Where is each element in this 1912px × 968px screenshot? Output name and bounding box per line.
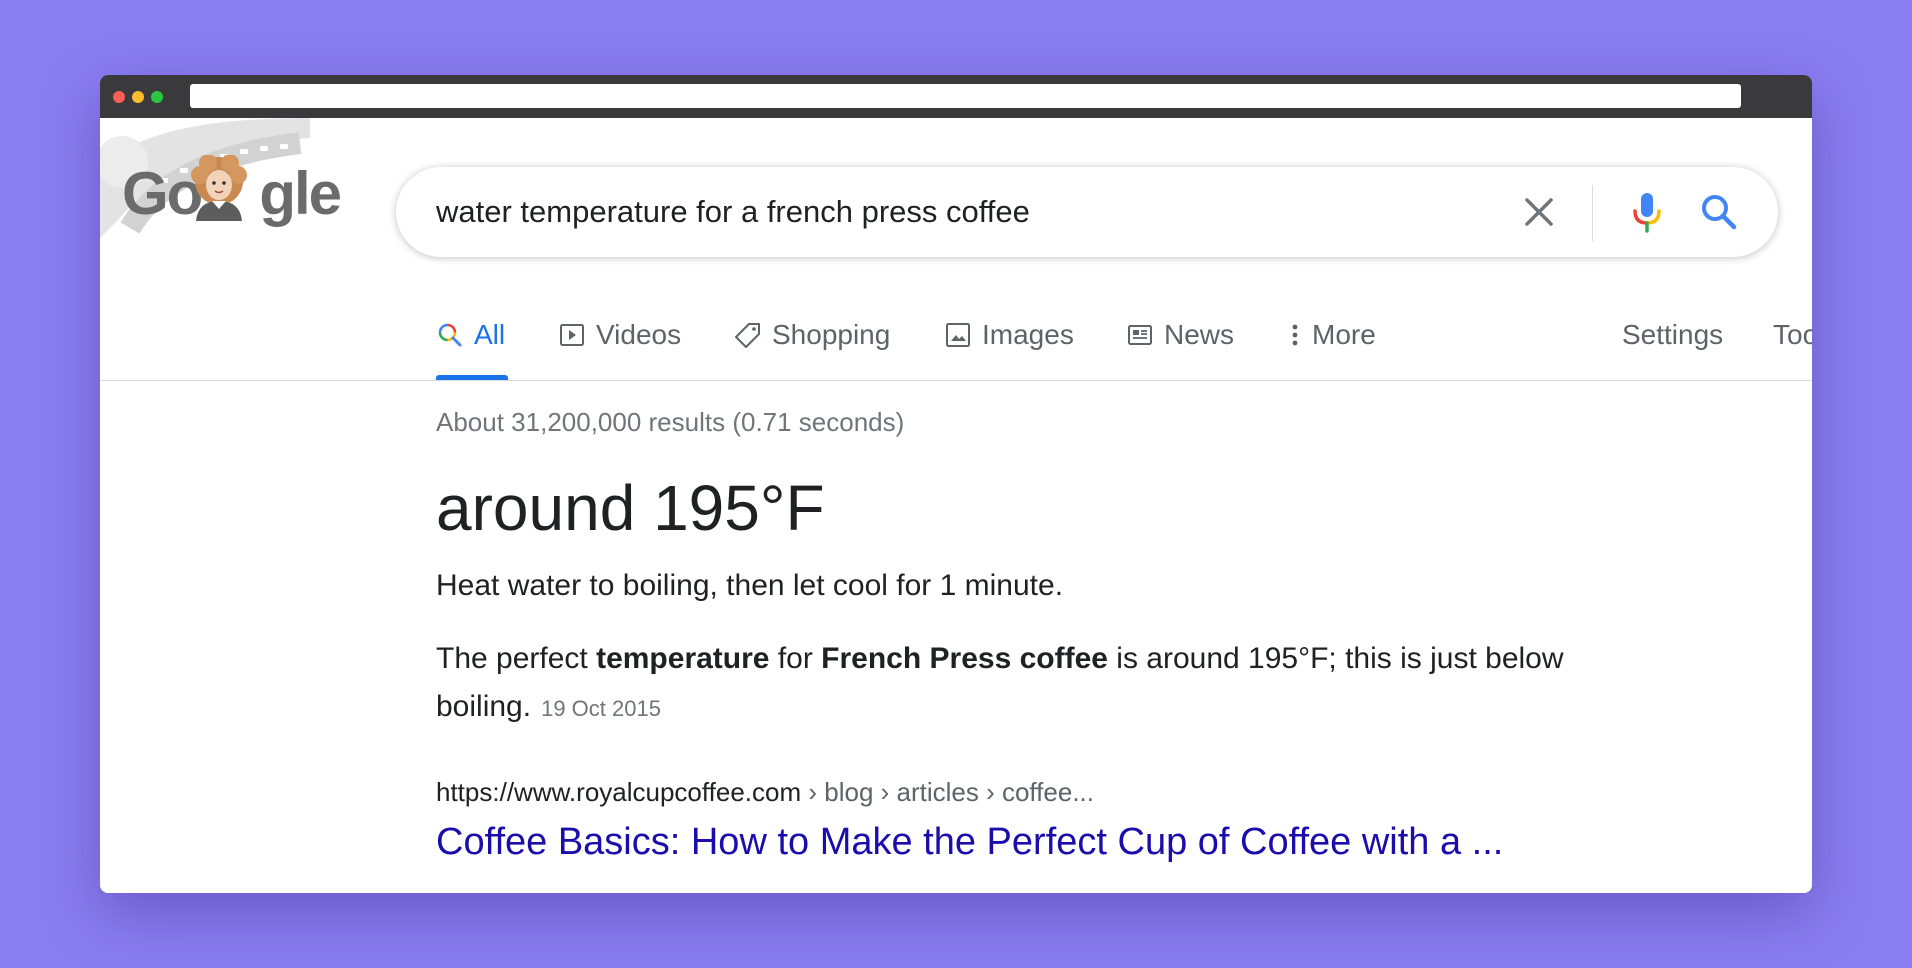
result-stats: About 31,200,000 results (0.71 seconds) bbox=[436, 407, 905, 437]
tab-tools[interactable]: Tools bbox=[1773, 315, 1812, 355]
tab-label: Videos bbox=[596, 319, 682, 350]
tab-label: News bbox=[1164, 319, 1235, 350]
maximize-window-button[interactable] bbox=[151, 91, 163, 103]
microphone-icon bbox=[1633, 193, 1661, 233]
close-window-button[interactable] bbox=[113, 91, 125, 103]
search-box-divider bbox=[1592, 185, 1593, 241]
tab-label: Images bbox=[982, 319, 1074, 350]
search-icon bbox=[438, 323, 462, 347]
tab-videos[interactable]: Videos bbox=[558, 315, 681, 355]
newspaper-icon bbox=[1128, 325, 1152, 345]
snippet-summary: Heat water to boiling, then let cool for… bbox=[436, 569, 1064, 602]
tab-label: Shopping bbox=[772, 319, 891, 350]
close-icon bbox=[1525, 198, 1553, 226]
snippet-date: 19 Oct 2015 bbox=[541, 696, 661, 721]
tag-icon bbox=[735, 323, 760, 348]
tab-images[interactable]: Images bbox=[944, 315, 1074, 355]
play-icon bbox=[560, 324, 584, 346]
tab-more[interactable]: More bbox=[1288, 315, 1376, 355]
voice-search-button[interactable] bbox=[1622, 187, 1672, 237]
result-url[interactable]: https://www.royalcupcoffee.com › blog › … bbox=[436, 777, 1094, 808]
tab-shopping[interactable]: Shopping bbox=[734, 315, 890, 355]
tab-news[interactable]: News bbox=[1126, 315, 1234, 355]
snippet-paragraph: The perfect temperature for French Press… bbox=[436, 642, 1564, 723]
more-vert-icon bbox=[1292, 324, 1298, 346]
search-input[interactable] bbox=[436, 189, 1436, 235]
search-box bbox=[396, 167, 1778, 257]
search-submit-button[interactable] bbox=[1696, 189, 1742, 235]
tab-label: All bbox=[474, 319, 506, 350]
clear-search-button[interactable] bbox=[1518, 191, 1560, 233]
tab-label: More bbox=[1312, 319, 1376, 350]
tab-label: Tools bbox=[1773, 319, 1812, 350]
tabs-divider bbox=[100, 380, 1812, 381]
url-breadcrumbs: › blog › articles › coffee... bbox=[801, 777, 1094, 807]
search-icon bbox=[1702, 195, 1737, 230]
image-icon bbox=[946, 323, 970, 347]
address-bar[interactable] bbox=[190, 84, 1741, 108]
featured-answer: around 195°F bbox=[436, 472, 825, 544]
result-title-link[interactable]: Coffee Basics: How to Make the Perfect C… bbox=[436, 821, 1503, 864]
tab-settings[interactable]: Settings bbox=[1622, 315, 1723, 355]
browser-window: Go gle water temperature for a french pr… bbox=[100, 75, 1812, 893]
minimize-window-button[interactable] bbox=[132, 91, 144, 103]
google-doodle-logo[interactable]: Go gle bbox=[122, 145, 342, 235]
tab-all[interactable]: All bbox=[436, 315, 505, 355]
title-bar bbox=[100, 75, 1812, 118]
tab-label: Settings bbox=[1622, 319, 1724, 350]
doodle-character-icon bbox=[191, 155, 247, 221]
